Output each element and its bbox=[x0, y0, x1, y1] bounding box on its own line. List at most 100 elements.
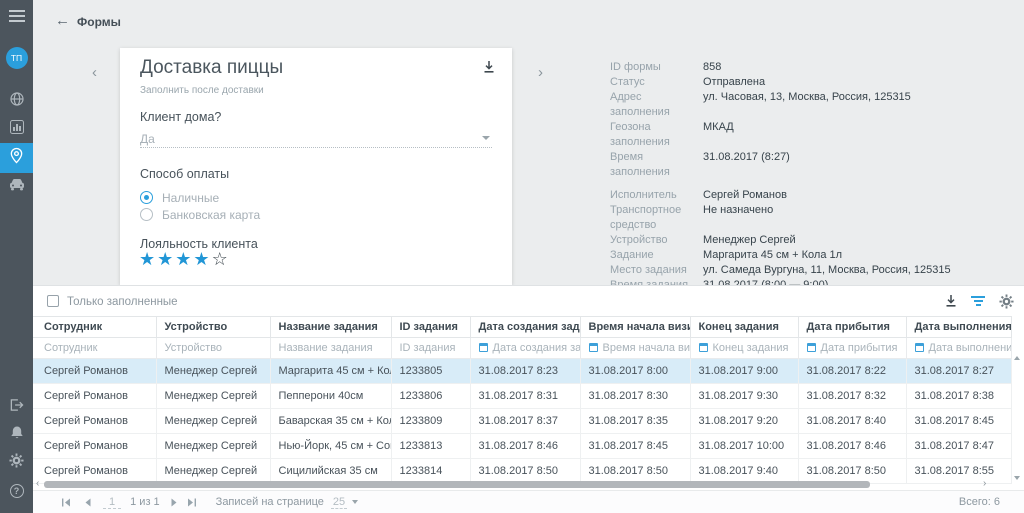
sidebar-item-settings[interactable] bbox=[0, 449, 33, 477]
radio-unselected-icon bbox=[140, 208, 153, 221]
pagination-bar: 1 1 из 1 Записей на странице 25 Всего: 6 bbox=[33, 490, 1024, 513]
star-filled-icon[interactable]: ★ bbox=[193, 249, 211, 269]
table-cell: 31.08.2017 9:00 bbox=[690, 359, 798, 384]
table-row[interactable]: Сергей РомановМенеджер СергейПепперони 4… bbox=[33, 384, 1011, 409]
total-count: Всего: 6 bbox=[959, 496, 1000, 508]
column-header[interactable]: ID задания bbox=[391, 317, 470, 338]
scrollbar-thumb[interactable] bbox=[44, 481, 870, 488]
export-icon[interactable] bbox=[944, 294, 958, 313]
bell-icon bbox=[10, 425, 24, 445]
table-cell: 31.08.2017 9:40 bbox=[690, 459, 798, 484]
chart-icon bbox=[10, 120, 24, 139]
avatar[interactable]: ТП bbox=[6, 47, 28, 69]
current-page-input[interactable]: 1 bbox=[103, 496, 121, 509]
table-cell: 31.08.2017 8:50 bbox=[580, 459, 690, 484]
table-cell: 31.08.2017 8:50 bbox=[470, 459, 580, 484]
filter-placeholder: Устройство bbox=[165, 342, 223, 354]
radio-option-cash[interactable]: Наличные bbox=[140, 189, 260, 206]
table-cell: Сергей Романов bbox=[33, 384, 156, 409]
details-row: УстройствоМенеджер Сергей bbox=[610, 233, 1010, 248]
star-filled-icon[interactable]: ★ bbox=[157, 249, 175, 269]
column-filter-input[interactable]: Сотрудник bbox=[33, 338, 156, 359]
column-header[interactable]: Устройство bbox=[156, 317, 270, 338]
sidebar-item-logout[interactable] bbox=[0, 393, 33, 421]
table-cell: 31.08.2017 8:22 bbox=[798, 359, 906, 384]
radio-label: Наличные bbox=[162, 191, 219, 205]
table-cell: 31.08.2017 8:31 bbox=[470, 384, 580, 409]
column-filter-input[interactable]: Время начала визита bbox=[580, 338, 690, 359]
table-row[interactable]: Сергей РомановМенеджер СергейБаварская 3… bbox=[33, 409, 1011, 434]
scroll-left-icon[interactable]: ‹ bbox=[36, 478, 39, 489]
scroll-up-icon[interactable] bbox=[1014, 356, 1020, 360]
column-header[interactable]: Сотрудник bbox=[33, 317, 156, 338]
per-page-label: Записей на странице bbox=[216, 496, 324, 508]
column-filter-input[interactable]: Дата прибытия bbox=[798, 338, 906, 359]
star-filled-icon[interactable]: ★ bbox=[175, 249, 193, 269]
column-filter-input[interactable]: Устройство bbox=[156, 338, 270, 359]
prev-form-chevron-icon[interactable]: ‹ bbox=[92, 64, 97, 81]
sidebar-item-forms[interactable] bbox=[0, 143, 33, 173]
sidebar-item-map[interactable] bbox=[0, 87, 33, 115]
details-row: СтатусОтправлена bbox=[610, 75, 1010, 90]
sidebar-item-help[interactable]: ? bbox=[0, 477, 33, 505]
menu-icon[interactable] bbox=[9, 10, 25, 22]
last-page-icon[interactable] bbox=[187, 498, 197, 507]
download-icon[interactable] bbox=[482, 60, 496, 79]
answer-dropdown[interactable]: Да bbox=[140, 130, 492, 148]
column-filter-input[interactable]: Дата создания зада... bbox=[470, 338, 580, 359]
filter-icon[interactable] bbox=[971, 296, 985, 308]
column-filter-input[interactable]: Дата выполнения bbox=[906, 338, 1011, 359]
next-page-icon[interactable] bbox=[171, 498, 178, 507]
sidebar-item-reports[interactable] bbox=[0, 115, 33, 143]
filter-placeholder: Конец задания bbox=[713, 342, 789, 354]
details-row: ИсполнительСергей Романов bbox=[610, 188, 1010, 203]
details-value: МКАД bbox=[703, 120, 734, 150]
question-label: Клиент дома? bbox=[140, 110, 221, 124]
calendar-icon bbox=[479, 343, 488, 352]
form-card: Доставка пиццы Заполнить после доставки … bbox=[120, 48, 512, 285]
column-filter-input[interactable]: Название задания bbox=[270, 338, 391, 359]
column-filter-input[interactable]: ID задания bbox=[391, 338, 470, 359]
column-header[interactable]: Дата прибытия bbox=[798, 317, 906, 338]
sidebar-item-notifications[interactable] bbox=[0, 421, 33, 449]
details-value: Маргарита 45 см + Кола 1л bbox=[703, 248, 842, 263]
back-arrow-icon[interactable]: ← bbox=[55, 12, 70, 29]
details-label: Время заполнения bbox=[610, 150, 703, 180]
first-page-icon[interactable] bbox=[61, 498, 71, 507]
star-empty-icon[interactable]: ☆ bbox=[212, 249, 230, 269]
next-form-chevron-icon[interactable]: › bbox=[538, 64, 543, 81]
per-page-select[interactable]: 25 bbox=[331, 496, 347, 509]
star-filled-icon[interactable]: ★ bbox=[139, 249, 157, 269]
scroll-right-icon[interactable]: › bbox=[983, 478, 986, 489]
table-cell: Сергей Романов bbox=[33, 359, 156, 384]
logout-icon bbox=[9, 398, 24, 417]
radio-group: Наличные Банковская карта bbox=[140, 189, 260, 223]
table-settings-gear-icon[interactable] bbox=[999, 294, 1014, 314]
radio-option-card[interactable]: Банковская карта bbox=[140, 206, 260, 223]
table-cell: 1233805 bbox=[391, 359, 470, 384]
per-page-chevron-icon[interactable] bbox=[352, 500, 358, 504]
table-cell: 1233806 bbox=[391, 384, 470, 409]
prev-page-icon[interactable] bbox=[84, 498, 91, 507]
car-icon bbox=[9, 178, 25, 196]
gear-icon bbox=[9, 453, 24, 473]
filter-placeholder: ID задания bbox=[400, 342, 456, 354]
table-row[interactable]: Сергей РомановМенеджер СергейСицилийская… bbox=[33, 459, 1011, 484]
column-header[interactable]: Название задания bbox=[270, 317, 391, 338]
form-subtitle: Заполнить после доставки bbox=[140, 85, 264, 96]
column-header[interactable]: Дата создания задания bbox=[470, 317, 580, 338]
table-cell: 31.08.2017 9:30 bbox=[690, 384, 798, 409]
column-header[interactable]: Дата выполнения bbox=[906, 317, 1011, 338]
details-value: ул. Часовая, 13, Москва, Россия, 125315 bbox=[703, 90, 911, 120]
table-row[interactable]: Сергей РомановМенеджер СергейМаргарита 4… bbox=[33, 359, 1011, 384]
filter-placeholder: Дата создания зада... bbox=[493, 342, 581, 354]
table-row[interactable]: Сергей РомановМенеджер СергейНью-Йорк, 4… bbox=[33, 434, 1011, 459]
column-header[interactable]: Время начала визита bbox=[580, 317, 690, 338]
scroll-down-icon[interactable] bbox=[1014, 476, 1020, 480]
column-filter-input[interactable]: Конец задания bbox=[690, 338, 798, 359]
column-header[interactable]: Конец задания bbox=[690, 317, 798, 338]
radio-selected-icon bbox=[140, 191, 153, 204]
table-cell: Менеджер Сергей bbox=[156, 359, 270, 384]
sidebar-item-vehicles[interactable] bbox=[0, 173, 33, 201]
filled-only-checkbox[interactable] bbox=[47, 295, 59, 307]
